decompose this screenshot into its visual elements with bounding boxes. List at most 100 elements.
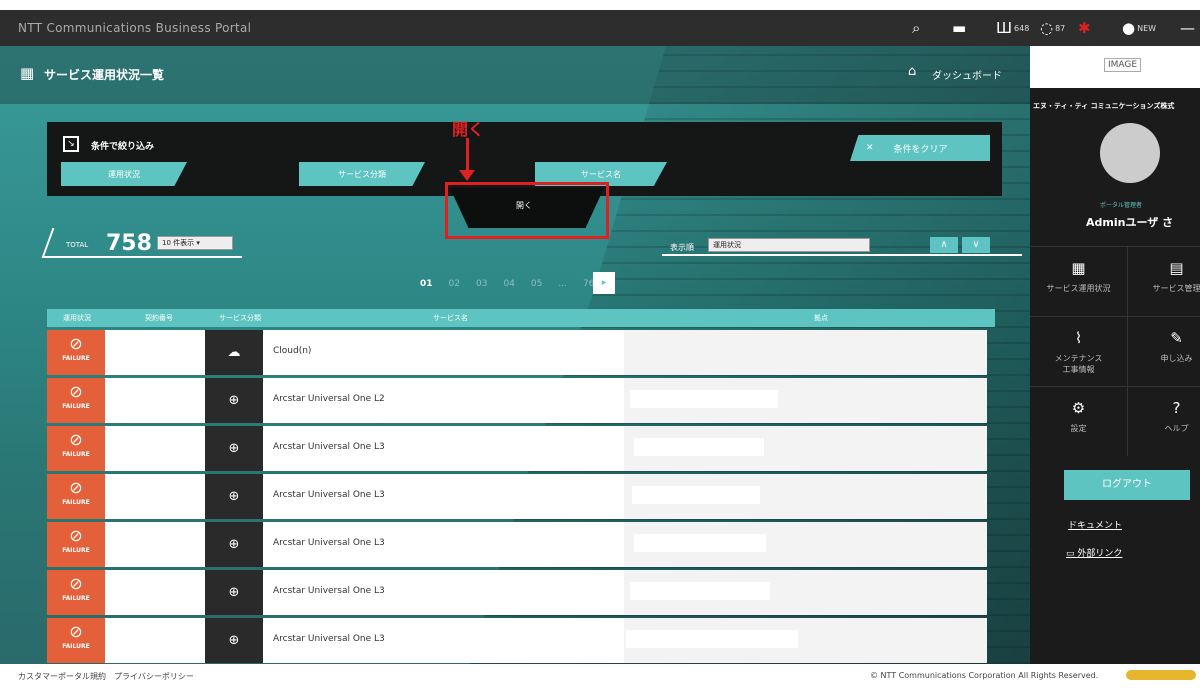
- service-name[interactable]: Arcstar Universal One L3: [273, 490, 385, 500]
- alert-icon[interactable]: ✱: [1078, 16, 1091, 40]
- sidebar-item-settings[interactable]: ⚙ 設定: [1030, 386, 1128, 456]
- globe-icon: ⊕: [205, 618, 263, 663]
- failure-icon: ⊘: [69, 574, 83, 593]
- column-header[interactable]: 運用状況: [63, 313, 91, 323]
- table-row[interactable]: ⊘ FAILURE ☁ Cloud(n): [47, 330, 987, 375]
- filter-label: 条件で絞り込み: [91, 142, 155, 152]
- pagination: 01 02 03 04 05 ... 76: [420, 272, 610, 296]
- sidebar-item-service-management[interactable]: ▤ サービス管理: [1128, 246, 1200, 316]
- location-cell: [624, 522, 987, 567]
- column-header[interactable]: 契約番号: [145, 313, 173, 323]
- logout-button[interactable]: ログアウト: [1064, 470, 1190, 500]
- status-badge: ⊘ FAILURE: [47, 378, 105, 423]
- close-icon: ✕: [866, 143, 874, 153]
- globe-icon: ⊕: [205, 522, 263, 567]
- service-name[interactable]: Cloud(n): [273, 346, 311, 356]
- chat-icon[interactable]: ▬: [952, 16, 966, 40]
- sort-label: 表示順: [670, 243, 694, 252]
- table-row[interactable]: ⊘ FAILURE ⊕ Arcstar Universal One L3: [47, 426, 987, 471]
- status-badge: ⊘ FAILURE: [47, 570, 105, 615]
- home-icon[interactable]: ⌂: [908, 64, 916, 79]
- right-sidebar: IMAGE エヌ・ティ・ティ コミュニケーションズ株式 ポータル管理者 Admi…: [1030, 46, 1200, 664]
- column-header[interactable]: 拠点: [814, 313, 828, 323]
- per-page-select[interactable]: 10 件表示 ▾: [157, 236, 233, 250]
- company-name: エヌ・ティ・ティ コミュニケーションズ株式: [1033, 102, 1175, 110]
- clear-filter-button[interactable]: ✕ 条件をクリア: [850, 135, 990, 161]
- service-name[interactable]: Arcstar Universal One L3: [273, 586, 385, 596]
- grid-icon: ▦: [1071, 259, 1086, 277]
- maintenance-icon: ⌇: [1074, 329, 1083, 347]
- annotation-label: 開く: [452, 120, 485, 139]
- documents-link[interactable]: ドキュメント: [1068, 518, 1122, 531]
- sidebar-item-maintenance[interactable]: ⌇ メンテナンス 工事情報: [1030, 316, 1128, 386]
- page-link[interactable]: 05: [531, 279, 542, 289]
- failure-icon: ⊘: [69, 382, 83, 401]
- tab-category[interactable]: サービス分類: [299, 162, 425, 186]
- sort-underline: [662, 254, 1022, 256]
- page-link[interactable]: 03: [476, 279, 487, 289]
- next-page-button[interactable]: ▸: [593, 272, 615, 294]
- globe-icon: ⊕: [205, 426, 263, 471]
- location-cell: [624, 378, 987, 423]
- service-name[interactable]: Arcstar Universal One L3: [273, 442, 385, 452]
- sort-select[interactable]: 運用状況: [708, 238, 870, 252]
- page-link[interactable]: 02: [449, 279, 460, 289]
- footer: カスタマーポータル規約 プライバシーポリシー © NTT Communicati…: [0, 664, 1200, 688]
- failure-icon: ⊘: [69, 526, 83, 545]
- dashboard-link[interactable]: ダッシュボード: [932, 67, 1002, 82]
- page-header: ▦ サービス運用状況一覧 ⌂ ダッシュボード: [0, 46, 1030, 104]
- status-ring-icon[interactable]: ◌ 87: [1040, 16, 1065, 40]
- info-icon[interactable]: ● NEW: [1122, 16, 1156, 40]
- status-badge: ⊘ FAILURE: [47, 426, 105, 471]
- copyright: © NTT Communications Corporation All Rig…: [870, 671, 1099, 680]
- status-badge: ⊘ FAILURE: [47, 618, 105, 663]
- sidebar-item-help[interactable]: ? ヘルプ: [1128, 386, 1200, 456]
- table-row[interactable]: ⊘ FAILURE ⊕ Arcstar Universal One L3: [47, 474, 987, 519]
- sidebar-item-application[interactable]: ✎ 申し込み: [1128, 316, 1200, 386]
- globe-icon: ⊕: [205, 570, 263, 615]
- page-link[interactable]: 01: [420, 279, 433, 289]
- page-title: サービス運用状況一覧: [44, 68, 165, 82]
- sort-asc-button[interactable]: ∧: [930, 237, 958, 253]
- external-link[interactable]: ▭ 外部リンク: [1066, 546, 1122, 559]
- location-cell: [624, 330, 987, 375]
- search-icon[interactable]: ⌕: [912, 16, 920, 40]
- network-icon[interactable]: Ш 648: [996, 16, 1029, 40]
- service-name[interactable]: Arcstar Universal One L2: [273, 394, 385, 404]
- table-header: 運用状況 契約番号 サービス分類 サービス名 拠点: [47, 309, 995, 327]
- location-cell: [624, 426, 987, 471]
- annotation-arrowhead: [459, 170, 475, 181]
- service-name[interactable]: Arcstar Universal One L3: [273, 538, 385, 548]
- sort-desc-button[interactable]: ∨: [962, 237, 990, 253]
- tab-status[interactable]: 運用状況: [61, 162, 187, 186]
- footer-links[interactable]: カスタマーポータル規約 プライバシーポリシー: [18, 671, 194, 682]
- user-name: Adminユーザ さ: [1086, 216, 1174, 229]
- minimize-icon[interactable]: —: [1180, 16, 1195, 40]
- table-row[interactable]: ⊘ FAILURE ⊕ Arcstar Universal One L3: [47, 522, 987, 567]
- failure-icon: ⊘: [69, 622, 83, 641]
- service-name[interactable]: Arcstar Universal One L3: [273, 634, 385, 644]
- app-title: NTT Communications Business Portal: [18, 21, 252, 35]
- status-badge: ⊘ FAILURE: [47, 522, 105, 567]
- avatar[interactable]: [1100, 123, 1160, 183]
- table-row[interactable]: ⊘ FAILURE ⊕ Arcstar Universal One L3: [47, 570, 987, 615]
- document-icon: ▤: [1169, 259, 1184, 277]
- main-content: ▦ サービス運用状況一覧 ⌂ ダッシュボード ↘ 条件で絞り込み ✕ 条件をクリ…: [0, 46, 1030, 664]
- page-link[interactable]: 04: [503, 279, 514, 289]
- failure-icon: ⊘: [69, 430, 83, 449]
- gear-icon: ⚙: [1071, 399, 1086, 417]
- user-role: ポータル管理者: [1100, 202, 1143, 209]
- table-row[interactable]: ⊘ FAILURE ⊕ Arcstar Universal One L3: [47, 618, 987, 663]
- page-ellipsis: ...: [558, 279, 567, 289]
- annotation-arrow: [466, 138, 469, 174]
- table-row[interactable]: ⊘ FAILURE ⊕ Arcstar Universal One L2: [47, 378, 987, 423]
- annotation-highlight-box: [445, 182, 609, 239]
- column-header[interactable]: サービス名: [433, 313, 468, 323]
- edit-icon: ✎: [1170, 329, 1183, 347]
- grid-icon: ▦: [20, 64, 35, 82]
- globe-icon: ⊕: [205, 378, 263, 423]
- column-header[interactable]: サービス分類: [219, 313, 261, 323]
- location-cell: [624, 570, 987, 615]
- sidebar-item-service-status[interactable]: ▦ サービス運用状況: [1030, 246, 1128, 316]
- app-window: NTT Communications Business Portal ⌕ ▬ Ш…: [0, 0, 1200, 688]
